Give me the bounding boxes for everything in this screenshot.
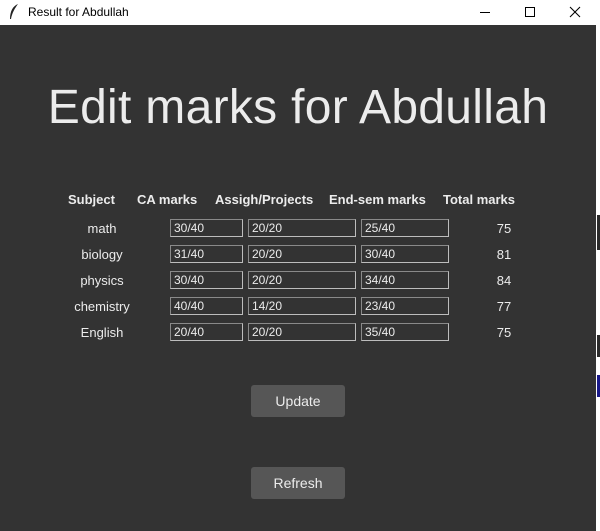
update-button[interactable]: Update: [251, 385, 345, 417]
assign-marks-field[interactable]: [248, 297, 356, 315]
minimize-button[interactable]: [462, 0, 508, 25]
page-title: Edit marks for Abdullah: [47, 81, 549, 134]
ca-marks-field[interactable]: [170, 245, 243, 263]
endsem-marks-field[interactable]: [361, 245, 449, 263]
title-bar: Result for Abdullah: [0, 0, 600, 25]
ca-marks-field[interactable]: [170, 323, 243, 341]
column-header-subject: Subject: [68, 192, 115, 207]
total-marks: 84: [496, 273, 512, 288]
close-icon: [569, 6, 581, 18]
feather-icon: [7, 3, 21, 21]
column-header-assign: Assigh/Projects: [215, 192, 314, 207]
subject-label: biology: [81, 247, 123, 262]
assign-marks-field[interactable]: [248, 323, 356, 341]
minimize-icon: [480, 12, 490, 13]
total-marks: 75: [496, 325, 512, 340]
subject-label: math: [87, 221, 117, 236]
refresh-button[interactable]: Refresh: [251, 467, 345, 499]
subject-label: physics: [80, 273, 124, 288]
ca-marks-field[interactable]: [170, 271, 243, 289]
assign-marks-field[interactable]: [248, 219, 356, 237]
column-header-total: Total marks: [443, 192, 516, 207]
assign-marks-field[interactable]: [248, 271, 356, 289]
ca-marks-field[interactable]: [170, 297, 243, 315]
total-marks: 81: [496, 247, 512, 262]
total-marks: 77: [496, 299, 512, 314]
endsem-marks-field[interactable]: [361, 297, 449, 315]
column-header-ca: CA marks: [137, 192, 198, 207]
subject-label: English: [80, 325, 124, 340]
column-header-endsem: End-sem marks: [329, 192, 426, 207]
window-title: Result for Abdullah: [28, 5, 129, 19]
maximize-icon: [525, 7, 535, 17]
ca-marks-field[interactable]: [170, 219, 243, 237]
subject-label: chemistry: [74, 299, 130, 314]
window-edge: [596, 25, 600, 531]
maximize-button[interactable]: [507, 0, 553, 25]
endsem-marks-field[interactable]: [361, 271, 449, 289]
endsem-marks-field[interactable]: [361, 323, 449, 341]
total-marks: 75: [496, 221, 512, 236]
endsem-marks-field[interactable]: [361, 219, 449, 237]
close-button[interactable]: [552, 0, 598, 25]
assign-marks-field[interactable]: [248, 245, 356, 263]
